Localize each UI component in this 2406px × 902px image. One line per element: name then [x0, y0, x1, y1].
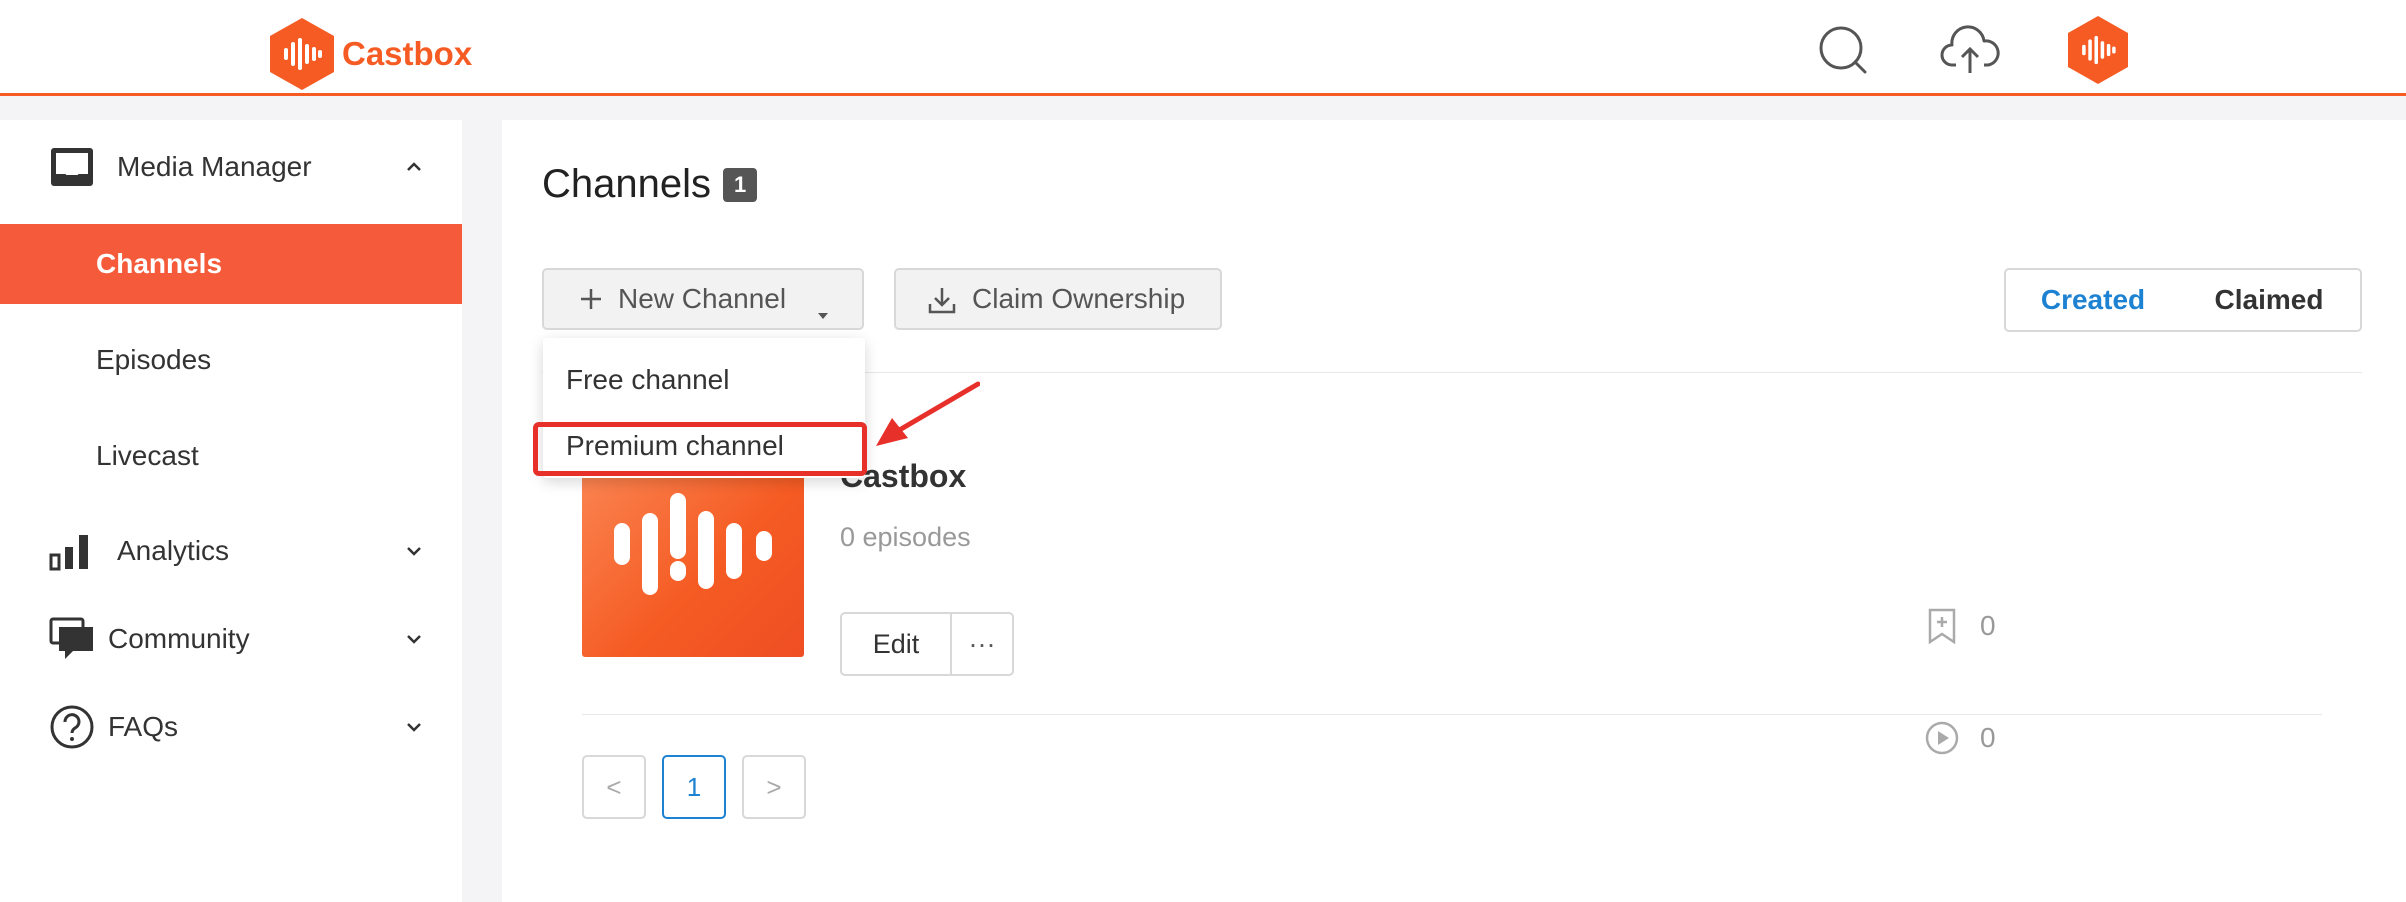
- filter-created-button[interactable]: Created: [2006, 270, 2182, 330]
- edit-channel-button[interactable]: Edit: [842, 614, 952, 674]
- channel-count-badge: 1: [723, 167, 758, 202]
- chevron-down-icon: [402, 539, 426, 563]
- dropdown-item-free-channel[interactable]: Free channel: [543, 350, 865, 410]
- plus-icon: [576, 284, 606, 314]
- inbox-tray-icon: [48, 143, 96, 191]
- avatar[interactable]: [2068, 15, 2128, 85]
- avatar-castbox-icon: [2068, 16, 2128, 84]
- channel-filter-toggle: Created Claimed: [2004, 268, 2362, 332]
- pagination-page-1[interactable]: 1: [662, 755, 726, 819]
- new-channel-button[interactable]: New Channel: [542, 268, 864, 330]
- subscriber-stat: 0: [1924, 608, 1996, 644]
- castbox-waveform-icon: [614, 493, 772, 595]
- upload-cloud-icon[interactable]: [1940, 22, 2000, 78]
- bar-chart-icon: [48, 527, 96, 575]
- sidebar-item-episodes[interactable]: Episodes: [0, 320, 462, 400]
- annotation-arrow-icon: [876, 381, 980, 446]
- more-actions-button[interactable]: ···: [952, 614, 1012, 674]
- search-icon[interactable]: [1815, 22, 1871, 78]
- page-title: Channels 1: [542, 162, 758, 207]
- claim-ownership-button[interactable]: Claim Ownership: [894, 268, 1222, 330]
- chevron-left-icon: <: [606, 771, 622, 802]
- chevron-down-icon: [402, 715, 426, 739]
- chevron-right-icon: >: [766, 771, 782, 802]
- play-circle-icon: [1924, 720, 1960, 756]
- caret-down-icon: [816, 296, 830, 328]
- sidebar-item-livecast[interactable]: Livecast: [0, 416, 462, 496]
- channel-actions: Edit ···: [840, 612, 1014, 676]
- divider: [582, 714, 2322, 715]
- subscriber-count: 0: [1980, 610, 1996, 641]
- sidebar-group-label: Analytics: [117, 535, 230, 566]
- play-count: 0: [1980, 722, 1996, 753]
- claim-ownership-label: Claim Ownership: [972, 283, 1186, 314]
- pagination-prev-button[interactable]: <: [582, 755, 646, 819]
- play-stat: 0: [1924, 720, 1996, 756]
- sidebar-group-analytics[interactable]: Analytics: [0, 516, 462, 586]
- brand-name: Castbox: [342, 35, 473, 72]
- sidebar: Media Manager Channels Episodes Livecast…: [0, 120, 462, 902]
- filter-claimed-button[interactable]: Claimed: [2180, 270, 2358, 330]
- page-title-text: Channels: [542, 162, 712, 206]
- sidebar-group-label: FAQs: [108, 711, 179, 742]
- brand-logo[interactable]: Castbox: [270, 18, 472, 90]
- chevron-down-icon: [402, 627, 426, 651]
- question-circle-icon: [48, 703, 96, 751]
- highlight-box: [533, 422, 867, 476]
- channel-episode-count: 0 episodes: [840, 522, 971, 552]
- main-content: Channels 1 New Channel Claim Ownership C…: [502, 120, 2406, 902]
- castbox-logo-icon: [270, 18, 334, 90]
- sidebar-item-label: Episodes: [96, 344, 212, 375]
- chat-bubbles-icon: [48, 615, 96, 663]
- top-header: Castbox: [0, 0, 2406, 96]
- sidebar-group-community[interactable]: Community: [0, 604, 462, 674]
- bookmark-plus-icon: [1924, 608, 1960, 644]
- sidebar-item-label: Channels: [96, 248, 223, 279]
- new-channel-label: New Channel: [618, 283, 787, 314]
- sidebar-item-channels[interactable]: Channels: [0, 224, 462, 304]
- chevron-up-icon: [402, 155, 426, 179]
- sidebar-group-label: Media Manager: [117, 151, 312, 182]
- sidebar-group-label: Community: [108, 623, 250, 654]
- pagination-next-button[interactable]: >: [742, 755, 806, 819]
- sidebar-group-faqs[interactable]: FAQs: [0, 692, 462, 762]
- sidebar-group-media-manager[interactable]: Media Manager: [0, 132, 462, 202]
- sidebar-item-label: Livecast: [96, 440, 199, 471]
- download-icon: [926, 284, 958, 316]
